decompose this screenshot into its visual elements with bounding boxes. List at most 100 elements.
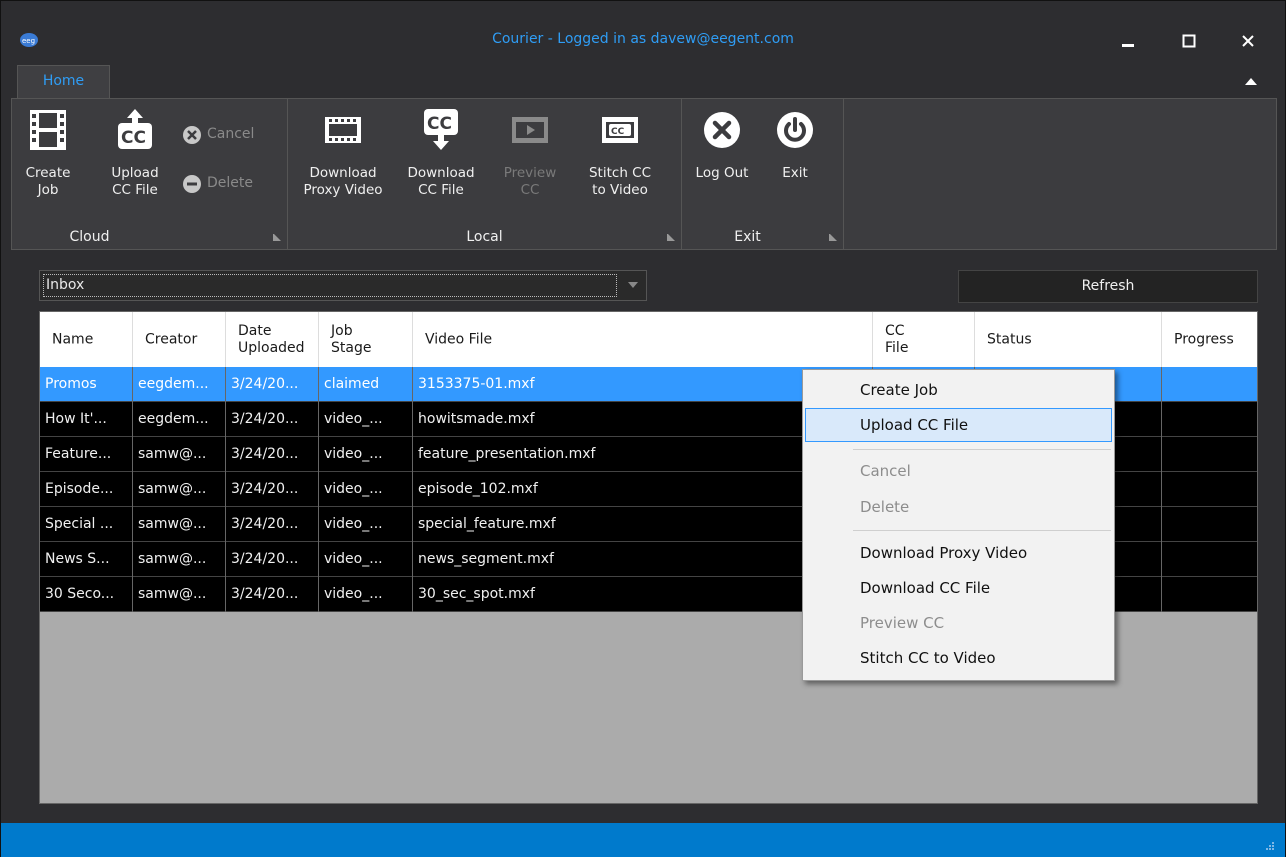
cell-stage: video_...: [319, 577, 413, 612]
preview-cc-button[interactable]: Preview CC: [500, 99, 560, 224]
column-header-date-uploaded[interactable]: Date Uploaded: [226, 312, 319, 367]
logout-x-icon: [704, 112, 740, 148]
ribbon-panel: Create Job CC Upload CC File Cancel Dele…: [11, 98, 1277, 250]
cell-date: 3/24/20...: [226, 542, 319, 577]
cell-progress: [1162, 472, 1257, 507]
stitch-cc-icon: CC: [602, 117, 638, 143]
menu-item-cancel[interactable]: Cancel: [805, 454, 1112, 488]
ribbon-collapse-icon[interactable]: [1241, 71, 1261, 91]
cell-name: 30 Seco...: [40, 577, 133, 612]
maximize-button[interactable]: [1164, 23, 1214, 59]
cell-stage: claimed: [319, 367, 413, 402]
column-header-progress[interactable]: Progress: [1162, 312, 1257, 367]
mailbox-filter-value: Inbox: [43, 274, 617, 297]
preview-cc-label-1: Preview: [503, 165, 557, 181]
minimize-button[interactable]: [1103, 23, 1153, 59]
column-header-creator[interactable]: Creator: [133, 312, 226, 367]
title-bar[interactable]: eeg Courier - Logged in as davew@eegent.…: [1, 1, 1285, 61]
cancel-button[interactable]: Cancel: [182, 123, 272, 147]
column-header-cc-file[interactable]: CC File: [873, 312, 975, 367]
log-out-button[interactable]: Log Out: [690, 99, 754, 224]
upload-cc-file-button[interactable]: CC Upload CC File: [107, 99, 163, 224]
group-label-exit: Exit: [734, 229, 761, 245]
cancel-circle-icon: [183, 126, 201, 144]
refresh-button[interactable]: Refresh: [958, 270, 1258, 303]
cell-creator: samw@...: [133, 472, 226, 507]
upload-cc-label-1: Upload: [111, 165, 159, 181]
download-proxy-video-button[interactable]: Download Proxy Video: [302, 99, 384, 224]
menu-item-download-proxy-video[interactable]: Download Proxy Video: [805, 536, 1112, 570]
cell-progress: [1162, 437, 1257, 472]
download-cc-file-button[interactable]: CC Download CC File: [406, 99, 476, 224]
delete-circle-icon: [183, 175, 201, 193]
column-header-status[interactable]: Status: [975, 312, 1162, 367]
menu-item-upload-cc-file[interactable]: Upload CC File: [805, 408, 1112, 442]
status-bar: [1, 823, 1285, 857]
group-label-cloud: Cloud: [69, 229, 110, 245]
log-out-label: Log Out: [695, 165, 749, 181]
close-window-button[interactable]: [1223, 23, 1273, 59]
stitch-cc-label-2: to Video: [592, 182, 648, 198]
exit-dialog-launcher-icon[interactable]: [829, 233, 837, 241]
cell-creator: eegdem...: [133, 402, 226, 437]
cell-date: 3/24/20...: [226, 507, 319, 542]
mailbox-filter-dropdown[interactable]: Inbox: [39, 270, 647, 301]
menu-item-stitch-cc-to-video[interactable]: Stitch CC to Video: [805, 641, 1112, 675]
cell-progress: [1162, 577, 1257, 612]
svg-text:CC: CC: [427, 114, 452, 134]
col-date-l2: Uploaded: [238, 339, 305, 356]
cell-name: Episode...: [40, 472, 133, 507]
cell-date: 3/24/20...: [226, 472, 319, 507]
menu-separator: [853, 530, 1111, 531]
upload-cc-label-2: CC File: [112, 182, 158, 198]
cell-date: 3/24/20...: [226, 577, 319, 612]
create-job-button[interactable]: Create Job: [24, 99, 72, 224]
cell-creator: samw@...: [133, 542, 226, 577]
menu-item-delete[interactable]: Delete: [805, 490, 1112, 524]
create-job-label-2: Job: [37, 182, 59, 198]
cell-date: 3/24/20...: [226, 367, 319, 402]
col-creator-l1: Creator: [145, 331, 198, 347]
col-stage-l2: Stage: [331, 339, 372, 356]
download-proxy-label-2: Proxy Video: [303, 182, 383, 198]
col-cc-l1: CC: [885, 322, 905, 339]
col-cc-l2: File: [885, 339, 909, 356]
delete-button[interactable]: Delete: [182, 172, 272, 196]
cell-name: How It'...: [40, 402, 133, 437]
window-title: Courier - Logged in as davew@eegent.com: [492, 31, 794, 47]
power-icon: [777, 112, 813, 148]
cell-stage: video_...: [319, 472, 413, 507]
download-proxy-label-1: Download: [309, 165, 377, 181]
cloud-dialog-launcher-icon[interactable]: [273, 233, 281, 241]
exit-button[interactable]: Exit: [768, 99, 822, 224]
cell-stage: video_...: [319, 402, 413, 437]
stitch-cc-to-video-button[interactable]: CC Stitch CC to Video: [582, 99, 658, 224]
column-header-job-stage[interactable]: Job Stage: [319, 312, 413, 367]
upload-cc-icon: CC: [118, 109, 152, 149]
cell-date: 3/24/20...: [226, 402, 319, 437]
column-header-name[interactable]: Name: [40, 312, 133, 367]
cell-stage: video_...: [319, 542, 413, 577]
minimize-icon: [1122, 44, 1134, 47]
film-strip-icon: [325, 117, 361, 143]
menu-item-download-cc-file[interactable]: Download CC File: [805, 571, 1112, 605]
cell-date: 3/24/20...: [226, 437, 319, 472]
local-dialog-launcher-icon[interactable]: [667, 233, 675, 241]
resize-grip-icon[interactable]: [1265, 841, 1275, 851]
cell-progress: [1162, 402, 1257, 437]
tab-home[interactable]: Home: [17, 65, 110, 99]
cell-creator: samw@...: [133, 507, 226, 542]
preview-play-icon: [512, 117, 548, 143]
cell-creator: samw@...: [133, 437, 226, 472]
svg-text:CC: CC: [121, 128, 146, 148]
col-video-l1: Video File: [425, 331, 493, 347]
menu-item-create-job[interactable]: Create Job: [805, 373, 1112, 407]
cell-creator: eegdem...: [133, 367, 226, 402]
column-header-video-file[interactable]: Video File: [413, 312, 873, 367]
col-status-l1: Status: [987, 331, 1032, 347]
menu-item-preview-cc[interactable]: Preview CC: [805, 606, 1112, 640]
download-cc-label-2: CC File: [418, 182, 464, 198]
download-cc-label-1: Download: [407, 165, 475, 181]
chevron-down-icon: [628, 282, 638, 288]
close-icon: [1242, 35, 1254, 47]
